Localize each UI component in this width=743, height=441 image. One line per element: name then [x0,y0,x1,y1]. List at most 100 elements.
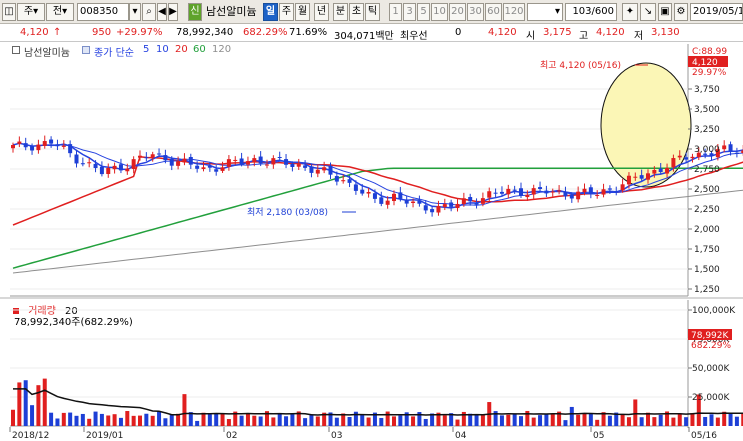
volume-bar [709,414,714,426]
volume-bar [398,415,403,426]
volume-bar [220,413,225,426]
volume-bar [118,417,123,426]
volume-bar [207,414,212,426]
volume-current-pct: 682.29% [691,341,731,351]
volume-bar [728,413,733,426]
volume-bar [563,420,568,426]
volume-bar [195,420,200,426]
volume-bar [506,414,511,426]
volume-bar [150,415,155,426]
volume-bar [131,415,136,426]
volume-bar [176,413,181,426]
volume-bar [474,414,479,426]
volume-bar [569,406,574,426]
volume-bar [652,417,657,426]
volume-bar [734,416,739,426]
volume-bar [544,414,549,426]
volume-bar [49,412,54,426]
volume-bar [550,414,555,426]
volume-bar [106,415,111,426]
volume-bar [138,415,142,426]
volume-bar [61,412,66,426]
volume-bar [620,414,625,426]
volume-bar [499,415,504,426]
volume-bar [690,412,695,426]
volume-bar [226,419,231,426]
x-axis-label: 02 [226,431,237,441]
volume-bar [271,417,276,426]
volume-bar [576,414,581,426]
volume-bar [55,418,60,426]
volume-bar [442,415,447,426]
volume-bar [125,411,130,426]
volume-tick-label: 25,000K [692,393,730,403]
volume-bar [379,417,384,426]
volume-bar [23,380,28,426]
volume-bar [715,417,720,426]
volume-bar [80,413,85,426]
volume-bar [607,415,612,426]
volume-bar [214,413,219,426]
volume-bar [366,417,371,426]
volume-bar [626,417,631,426]
volume-bar [87,418,92,426]
volume-bar [588,412,593,426]
volume-bar [277,413,282,426]
volume-bar [99,413,104,426]
volume-bar [360,414,365,426]
volume-bar [157,411,162,426]
volume-bar [68,412,73,426]
x-axis-label: 05 [593,431,604,441]
volume-bar [519,416,523,426]
volume-bar [245,413,250,426]
volume-bar [30,405,35,426]
x-axis-label: 04 [455,431,467,441]
volume-bar [684,417,689,426]
volume-bar [290,414,295,426]
volume-bar [633,399,638,426]
volume-bar [671,417,676,426]
x-axis-label: 2019/01 [86,431,123,441]
volume-bar [93,411,98,426]
volume-bar [42,378,47,426]
volume-bar [315,416,320,426]
volume-bar [11,409,15,426]
volume-bar [703,416,708,426]
volume-bar [411,416,416,426]
volume-bar [74,415,79,426]
volume-bar [582,413,587,426]
volume-bar [309,414,314,426]
volume-bar [538,415,543,426]
volume-bar [455,419,460,426]
volume-tick-label: 100,000K [692,306,736,316]
volume-bar [646,412,650,426]
volume-bar [144,413,149,426]
x-axis-label: 2018/12 [12,431,49,441]
volume-bar [303,418,308,426]
volume-bar [258,416,263,426]
volume-bar [392,416,396,426]
volume-bar [182,394,187,426]
volume-bar [468,413,473,426]
volume-tick-label: 50,000K [692,364,730,374]
volume-bar [595,419,600,426]
volume-chart[interactable]: 100,000K75,000K50,000K25,000K 78,992K 68… [0,0,743,441]
volume-bar [284,416,289,426]
volume-bar [531,417,536,426]
volume-bar [334,417,339,426]
volume-bar [512,414,517,426]
volume-bar [239,415,244,426]
volume-bar [169,414,174,426]
volume-bar [201,412,206,426]
volume-bar [658,414,663,426]
volume-bar [639,417,644,426]
x-axis-label: 05/16 [691,431,717,441]
volume-bar [385,411,390,426]
volume-bar [423,418,428,426]
x-axis-label: 03 [331,431,342,441]
volume-bar [480,414,485,426]
volume-bar [112,414,117,426]
volume-current-tag-text: 78,992K [691,331,729,341]
volume-bar [347,417,352,426]
volume-bar [252,415,257,426]
